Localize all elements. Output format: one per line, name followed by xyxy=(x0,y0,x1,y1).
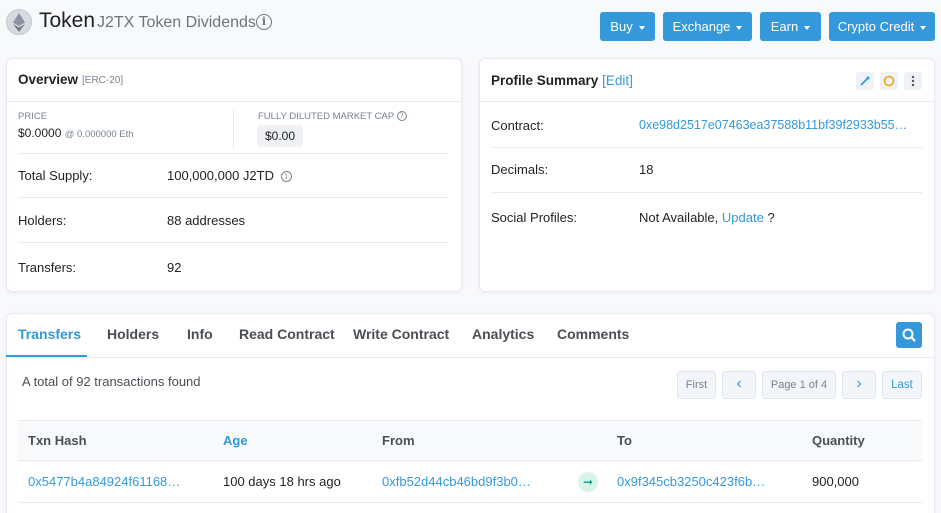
page-indicator: Page 1 of 4 xyxy=(762,371,836,399)
earn-button[interactable]: Earn xyxy=(760,12,821,41)
contract-label: Contract: xyxy=(491,118,544,133)
earn-label: Earn xyxy=(770,19,799,34)
holders-label: Holders: xyxy=(18,213,67,228)
chevron-down-icon xyxy=(736,25,743,30)
token-name: J2TX Token Dividends xyxy=(97,14,256,31)
arrow-right-icon: ➞ xyxy=(578,472,598,492)
price-eth: @ 0.000000 Eth xyxy=(64,129,134,140)
column-to: To xyxy=(617,433,632,448)
transfers-label: Transfers: xyxy=(18,260,77,275)
magic-wand-icon[interactable] xyxy=(856,72,874,90)
price-value: $0.0000 @ 0.000000 Eth xyxy=(18,126,134,140)
profile-title-text: Profile Summary xyxy=(491,73,599,88)
profile-summary-title: Profile Summary [Edit] xyxy=(491,73,633,88)
exchange-button[interactable]: Exchange xyxy=(663,12,752,41)
price-label: PRICE xyxy=(18,111,48,122)
chevron-down-icon xyxy=(804,25,811,30)
txn-hash-link[interactable]: 0x5477b4a84924f61168… xyxy=(28,474,180,489)
tab-holders[interactable]: Holders xyxy=(107,326,159,342)
divider xyxy=(7,357,934,358)
question-icon[interactable]: ? xyxy=(396,111,407,122)
tab-info[interactable]: Info xyxy=(187,326,213,342)
column-from: From xyxy=(382,433,415,448)
tab-write-contract[interactable]: Write Contract xyxy=(353,326,449,342)
chevron-down-icon xyxy=(638,25,645,30)
divider xyxy=(480,101,934,102)
token-standard: [ERC-20] xyxy=(82,75,124,86)
divider xyxy=(491,147,922,148)
more-options-icon[interactable] xyxy=(904,72,922,90)
social-profiles-label: Social Profiles: xyxy=(491,210,577,225)
vertical-divider xyxy=(233,109,234,149)
prev-page-button[interactable]: ‹ xyxy=(722,371,756,399)
social-profiles-text: Not Available, xyxy=(639,210,719,225)
tab-comments[interactable]: Comments xyxy=(557,326,629,342)
holders-value: 88 addresses xyxy=(167,213,246,228)
column-txn-hash: Txn Hash xyxy=(28,433,87,448)
tab-read-contract[interactable]: Read Contract xyxy=(239,326,335,342)
search-button[interactable] xyxy=(896,322,922,348)
column-quantity: Quantity xyxy=(812,433,865,448)
price-amount: $0.0000 xyxy=(18,126,62,140)
divider xyxy=(18,242,449,243)
last-page-button[interactable]: Last xyxy=(882,371,922,399)
crypto-credit-button[interactable]: Crypto Credit xyxy=(829,12,935,41)
from-address-link[interactable]: 0xfb52d44cb46bd9f3b0… xyxy=(382,474,531,489)
market-cap-label: FULLY DILUTED MARKET CAP ? xyxy=(258,111,407,122)
total-supply-label: Total Supply: xyxy=(18,168,93,183)
decimals-label: Decimals: xyxy=(491,162,549,177)
next-page-button[interactable]: › xyxy=(842,371,876,399)
chevron-down-icon xyxy=(920,25,927,30)
info-icon[interactable]: i xyxy=(280,171,292,183)
market-cap-value: $0.00 xyxy=(257,125,304,147)
update-link[interactable]: Update xyxy=(722,210,764,225)
buy-button[interactable]: Buy xyxy=(600,12,655,41)
question-mark[interactable]: ? xyxy=(767,210,774,225)
divider xyxy=(18,153,449,154)
status-circle-icon[interactable] xyxy=(880,72,898,90)
txn-quantity: 900,000 xyxy=(812,474,859,489)
divider xyxy=(7,101,461,102)
tab-transfers[interactable]: Transfers xyxy=(18,326,81,342)
social-profiles-value: Not Available, Update ? xyxy=(639,210,775,225)
edit-link[interactable]: [Edit] xyxy=(602,73,633,88)
to-address-link[interactable]: 0x9f345cb3250c423f6b… xyxy=(617,474,765,489)
market-cap-label-text: FULLY DILUTED MARKET CAP xyxy=(258,111,395,122)
overview-title: Overview xyxy=(18,72,79,87)
column-age[interactable]: Age xyxy=(223,433,248,448)
buy-label: Buy xyxy=(610,19,633,34)
total-supply-amount: 100,000,000 J2TD xyxy=(167,168,274,183)
contract-address-link[interactable]: 0xe98d2517e07463ea37588b11bf39f2933b55… xyxy=(639,118,907,132)
transactions-summary: A total of 92 transactions found xyxy=(22,374,201,389)
divider xyxy=(491,192,922,193)
decimals-value: 18 xyxy=(639,162,654,177)
table-header xyxy=(18,420,922,461)
first-page-button[interactable]: First xyxy=(677,371,716,399)
txn-age: 100 days 18 hrs ago xyxy=(223,474,341,489)
transfers-value: 92 xyxy=(167,260,182,275)
divider xyxy=(18,197,449,198)
search-icon xyxy=(902,328,916,342)
page-title: Token xyxy=(39,9,96,32)
info-icon[interactable]: i xyxy=(256,14,272,30)
exchange-label: Exchange xyxy=(672,19,731,34)
total-supply-value: 100,000,000 J2TD i xyxy=(167,168,292,183)
tab-analytics[interactable]: Analytics xyxy=(472,326,534,342)
ethereum-logo-icon xyxy=(6,9,32,35)
crypto-credit-label: Crypto Credit xyxy=(837,19,915,34)
